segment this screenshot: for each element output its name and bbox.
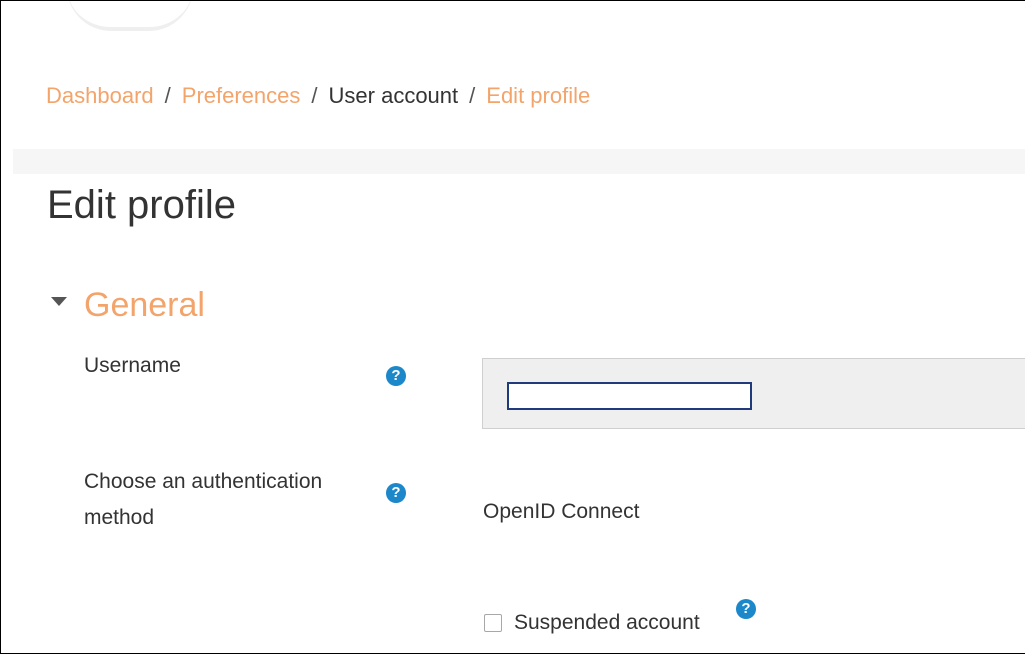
breadcrumb-preferences[interactable]: Preferences [182, 83, 301, 108]
question-circle-icon[interactable]: ? [386, 366, 406, 386]
page-frame: Dashboard / Preferences / User account / Edit … [0, 0, 1025, 654]
breadcrumb-dashboard[interactable]: Dashboard [46, 83, 154, 108]
header-divider-band [13, 149, 1025, 174]
collapse-caret-icon[interactable] [51, 297, 67, 306]
username-input[interactable] [507, 382, 752, 410]
breadcrumb-separator: / [311, 83, 318, 108]
suspended-account-label[interactable]: Suspended account [514, 605, 700, 641]
page-title: Edit profile [47, 183, 236, 227]
breadcrumb-separator: / [164, 83, 171, 108]
site-logo[interactable] [67, 1, 193, 31]
section-general-toggle[interactable]: General [84, 284, 205, 326]
suspended-account-checkbox[interactable] [484, 614, 502, 632]
username-label: Username [84, 354, 181, 377]
question-circle-icon[interactable]: ? [736, 599, 756, 619]
auth-method-value: OpenID Connect [483, 500, 640, 523]
breadcrumb-edit-profile[interactable]: Edit profile [486, 83, 590, 108]
breadcrumb-user-account: User account [328, 83, 459, 108]
question-circle-icon[interactable]: ? [386, 483, 406, 503]
auth-method-label: Choose an authentication method [84, 470, 323, 529]
breadcrumb: Dashboard / Preferences / User account / Edit … [46, 82, 590, 110]
breadcrumb-separator: / [469, 83, 476, 108]
